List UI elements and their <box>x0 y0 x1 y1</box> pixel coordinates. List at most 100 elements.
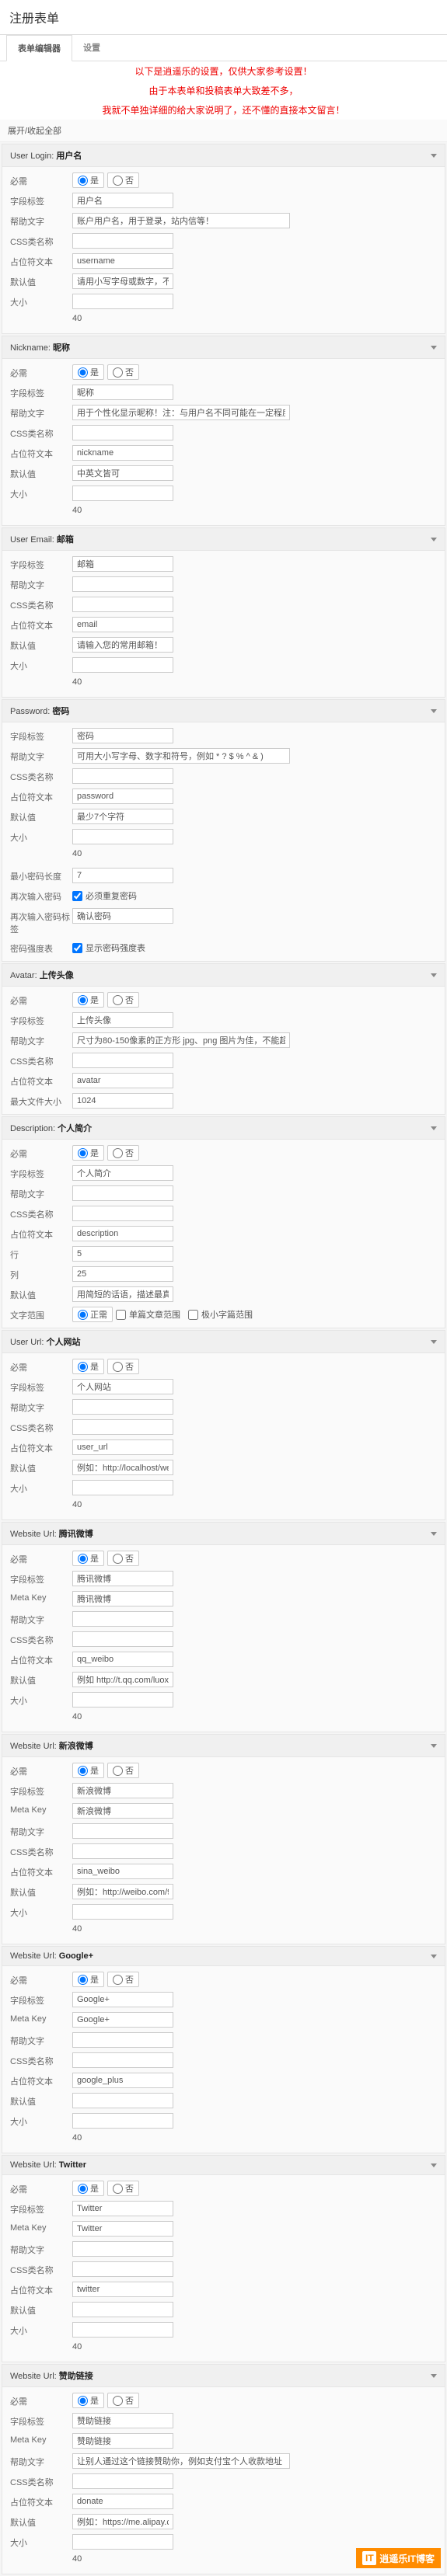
text-input[interactable] <box>72 1884 173 1899</box>
text-input[interactable] <box>72 1226 173 1241</box>
text-input[interactable] <box>72 1266 173 1282</box>
text-input[interactable] <box>72 273 173 289</box>
caret-icon[interactable] <box>431 1744 437 1748</box>
text-input[interactable] <box>72 1571 173 1586</box>
text-input[interactable] <box>72 2201 173 2216</box>
text-input[interactable] <box>72 1286 173 1302</box>
radio-input[interactable] <box>78 176 88 186</box>
text-input[interactable] <box>72 1053 173 1068</box>
text-input[interactable] <box>72 1185 173 1201</box>
caret-icon[interactable] <box>431 973 437 977</box>
radio-no[interactable]: 否 <box>107 2181 139 2196</box>
text-input[interactable] <box>72 597 173 612</box>
text-input[interactable] <box>72 1823 173 1839</box>
radio-input[interactable] <box>78 367 88 378</box>
text-input[interactable] <box>72 213 290 228</box>
text-input[interactable] <box>72 1093 173 1109</box>
text-input[interactable] <box>72 2093 173 2108</box>
text-input[interactable] <box>72 2534 173 2550</box>
text-input[interactable] <box>72 1864 173 1879</box>
radio-no[interactable]: 否 <box>107 2393 139 2408</box>
section-header[interactable]: Avatar: 上传头像 <box>2 964 445 987</box>
text-input[interactable] <box>72 193 173 208</box>
toggle-all[interactable]: 展开/收起全部 <box>0 120 447 142</box>
text-input[interactable] <box>72 405 290 420</box>
text-input[interactable] <box>72 294 173 309</box>
checkbox[interactable] <box>188 1310 198 1320</box>
text-input[interactable] <box>72 1843 173 1859</box>
radio-yes[interactable]: 是 <box>72 1145 104 1161</box>
text-input[interactable] <box>72 1652 173 1667</box>
text-input[interactable] <box>72 1379 173 1394</box>
text-input[interactable] <box>72 2012 173 2028</box>
section-header[interactable]: Nickname: 昵称 <box>2 336 445 359</box>
text-input[interactable] <box>72 1246 173 1262</box>
radio-yes[interactable]: 是 <box>72 2393 104 2408</box>
radio-yes[interactable]: 是 <box>72 1359 104 1374</box>
text-input[interactable] <box>72 2433 173 2449</box>
text-input[interactable] <box>72 2241 173 2257</box>
checkbox[interactable] <box>116 1310 126 1320</box>
radio-input[interactable] <box>78 1975 88 1985</box>
radio-input[interactable] <box>78 1362 88 1372</box>
text-input[interactable] <box>72 2302 173 2317</box>
caret-icon[interactable] <box>431 2374 437 2378</box>
text-input[interactable] <box>72 1803 173 1819</box>
section-header[interactable]: Website Url: 新浪微博 <box>2 1735 445 1757</box>
text-input[interactable] <box>72 1399 173 1415</box>
caret-icon[interactable] <box>431 2163 437 2167</box>
section-header[interactable]: Website Url: Google+ <box>2 1947 445 1966</box>
radio-no[interactable]: 否 <box>107 1551 139 1566</box>
text-input[interactable] <box>72 2032 173 2048</box>
radio-input[interactable] <box>113 2184 123 2194</box>
radio-input[interactable] <box>113 1766 123 1776</box>
text-input[interactable] <box>72 748 290 764</box>
radio-no[interactable]: 否 <box>107 1145 139 1161</box>
radio-input[interactable] <box>113 367 123 378</box>
radio-input[interactable] <box>78 1148 88 1158</box>
text-input[interactable] <box>72 1032 290 1048</box>
radio-input[interactable] <box>113 995 123 1005</box>
text-input[interactable] <box>72 1992 173 2007</box>
text-input[interactable] <box>72 809 173 824</box>
text-input[interactable] <box>72 2282 173 2297</box>
radio-yes[interactable]: 是 <box>72 992 104 1008</box>
radio-input[interactable] <box>78 995 88 1005</box>
radio-input[interactable] <box>113 176 123 186</box>
text-input[interactable] <box>72 1165 173 1181</box>
section-header[interactable]: User Email: 邮箱 <box>2 528 445 551</box>
text-input[interactable] <box>72 1672 173 1687</box>
text-input[interactable] <box>72 2073 173 2088</box>
text-input[interactable] <box>72 1783 173 1798</box>
radio-yes[interactable]: 是 <box>72 2181 104 2196</box>
caret-icon[interactable] <box>431 538 437 541</box>
text-input[interactable] <box>72 233 173 249</box>
text-input[interactable] <box>72 2413 173 2428</box>
caret-icon[interactable] <box>431 346 437 350</box>
radio-no[interactable]: 否 <box>107 1359 139 1374</box>
caret-icon[interactable] <box>431 1955 437 1958</box>
text-input[interactable] <box>72 1012 173 1028</box>
section-header[interactable]: User Login: 用户名 <box>2 144 445 167</box>
text-input[interactable] <box>72 1206 173 1221</box>
radio-no[interactable]: 否 <box>107 1972 139 1987</box>
radio-input[interactable] <box>113 1554 123 1564</box>
text-input[interactable] <box>72 868 173 883</box>
section-header[interactable]: Description: 个人简介 <box>2 1117 445 1140</box>
caret-icon[interactable] <box>431 154 437 158</box>
caret-icon[interactable] <box>431 1532 437 1536</box>
text-input[interactable] <box>72 2322 173 2338</box>
text-input[interactable] <box>72 728 173 743</box>
text-input[interactable] <box>72 1591 173 1607</box>
text-input[interactable] <box>72 253 173 269</box>
text-input[interactable] <box>72 465 173 481</box>
radio-input[interactable] <box>78 1554 88 1564</box>
text-input[interactable] <box>72 2514 173 2529</box>
radio-input[interactable] <box>78 2184 88 2194</box>
radio-yes[interactable]: 是 <box>72 364 104 380</box>
text-input[interactable] <box>72 445 173 461</box>
text-input[interactable] <box>72 637 173 653</box>
radio-yes[interactable]: 是 <box>72 1972 104 1987</box>
text-input[interactable] <box>72 1611 173 1627</box>
text-input[interactable] <box>72 1692 173 1707</box>
